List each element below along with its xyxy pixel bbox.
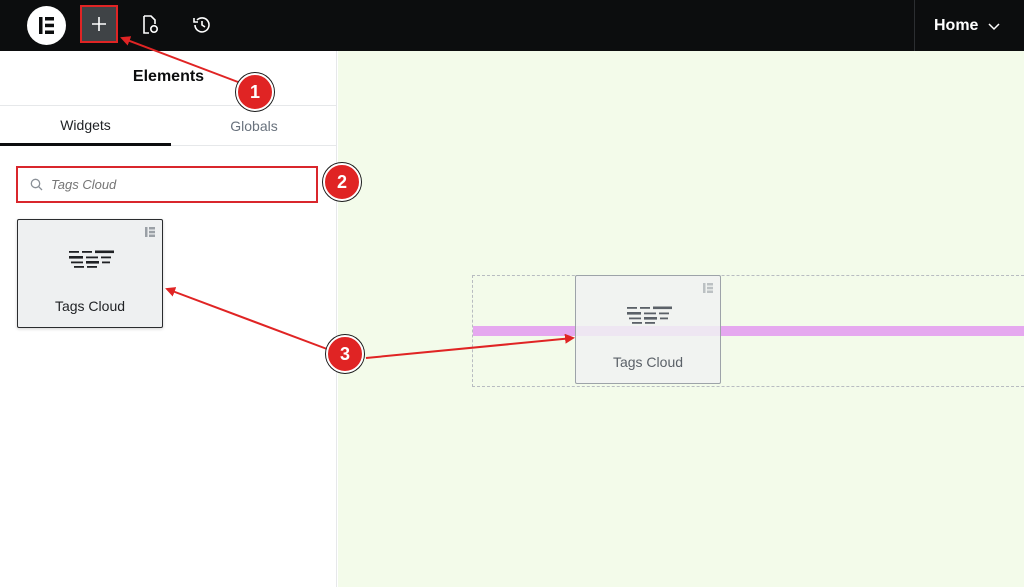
step-badge-3: 3	[326, 335, 364, 373]
tags-cloud-icon	[69, 250, 114, 268]
search-input[interactable]	[51, 177, 291, 192]
elementor-logo-icon[interactable]	[27, 6, 66, 45]
dragged-widget-label: Tags Cloud	[612, 354, 684, 370]
add-element-button[interactable]	[80, 5, 118, 43]
page-selector-label: Home	[934, 16, 979, 34]
pro-badge-icon	[145, 227, 155, 237]
dragged-widget-tags-cloud[interactable]: Tags Cloud	[575, 275, 721, 384]
search-icon	[30, 178, 43, 191]
tab-globals[interactable]: Globals	[171, 106, 337, 146]
history-icon	[193, 17, 210, 33]
page-settings-button[interactable]	[131, 6, 169, 44]
drop-indicator	[473, 326, 1024, 336]
step-badge-1: 1	[236, 73, 274, 111]
top-bar: Home	[0, 0, 1024, 51]
pro-badge-icon	[703, 283, 713, 293]
panel-title: Elements	[132, 68, 205, 85]
elements-panel: Elements Widgets Globals Tags Cloud Tags…	[0, 51, 337, 587]
history-button[interactable]	[183, 6, 221, 44]
step-badge-2: 2	[323, 163, 361, 201]
page-settings-icon	[143, 15, 159, 34]
tab-widgets[interactable]: Widgets	[0, 106, 171, 146]
page-selector[interactable]: Home	[914, 0, 1024, 51]
search-widget-box[interactable]	[16, 166, 318, 203]
plus-icon	[92, 17, 106, 31]
widget-tags-cloud[interactable]: Tags Cloud	[17, 219, 163, 328]
widget-label: Tags Cloud	[54, 298, 126, 314]
tags-cloud-icon	[627, 306, 672, 324]
chevron-down-icon	[988, 23, 1000, 31]
